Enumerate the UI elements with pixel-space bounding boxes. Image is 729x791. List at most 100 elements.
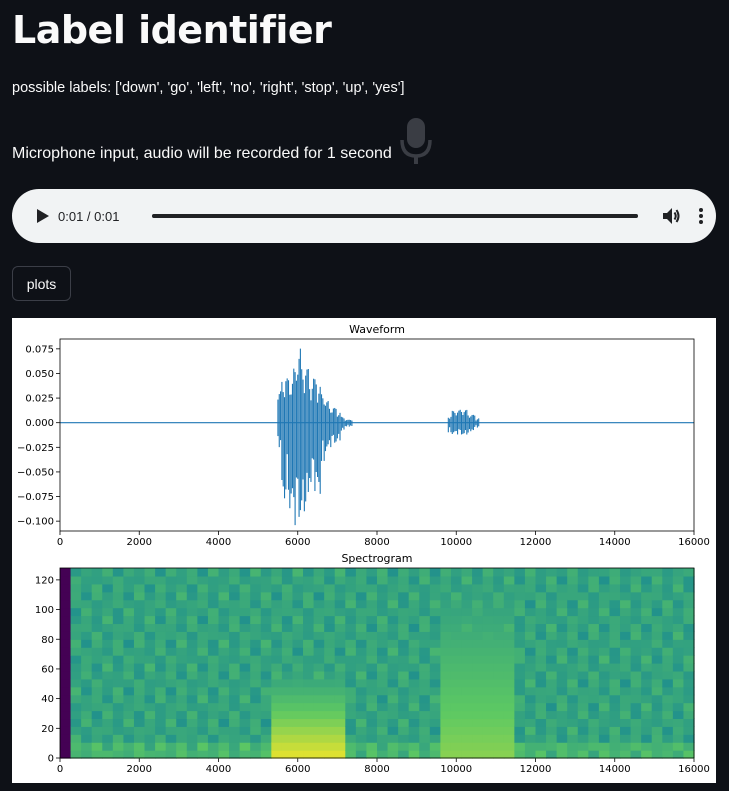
spectrogram-cell [155,726,167,735]
spectrogram-cell [334,678,346,688]
spectrogram-cell [472,575,484,585]
spectrogram-cell [398,568,410,577]
spectrogram-cell [281,694,294,704]
spectrogram-cell [493,726,505,735]
spectrogram-cell [292,647,304,656]
spectrogram-cell [398,655,410,664]
spectrogram-cell [461,750,473,759]
spectrogram-cell [60,734,72,743]
spectrogram-cell [281,631,294,640]
spectrogram-cell [313,694,325,704]
spectrogram-cell [387,623,399,632]
spectrogram-cell [482,639,494,648]
spectrogram-cell [334,726,346,735]
spectrogram-cell [197,639,209,648]
spectrogram-cell [60,718,72,727]
plots-button[interactable]: plots [12,266,71,301]
spectrogram-cell [303,647,315,656]
spectrogram-cell [197,607,209,617]
volume-icon[interactable] [660,205,682,227]
spectrogram-cell [377,575,389,585]
spectrogram-cell [408,694,420,704]
spectrogram-cell [366,694,378,704]
spectrogram-cell [207,591,220,601]
spectrogram-cell [366,726,378,735]
spectrogram-cell [535,686,547,696]
spectrogram-cell [567,686,579,696]
spectrogram-cell [102,591,114,601]
spectrogram-cell [450,615,463,625]
spectrogram-cell [440,718,452,727]
spectrogram-cell [70,750,82,759]
spectrogram-cell [218,599,230,609]
spectrogram-cell [493,607,505,617]
spectrogram-cell [197,647,209,656]
spectrogram-cell [461,678,473,688]
spectrogram-cell [620,647,632,656]
spectrogram-cell [387,742,399,751]
spectrogram-cell [567,623,579,632]
spectrogram-cell [651,750,663,759]
spectrogram-cell [472,599,484,609]
spectrogram-cell [91,710,103,720]
spectrogram-cell [133,623,146,632]
audio-progress-bar[interactable] [152,214,638,218]
spectrogram-cell [546,663,558,672]
spectrogram-cell [229,655,241,664]
spectrogram-cell [672,631,685,640]
spectrogram-cell [609,663,621,672]
spectrogram-cell [683,726,695,735]
spectrogram-cell [292,568,304,577]
spectrogram-cell [609,718,621,727]
possible-labels-text: possible labels: ['down', 'go', 'left', … [12,80,405,96]
spectrogram-cell [123,694,135,704]
spectrogram-cell [133,647,146,656]
spectrogram-cell [672,678,685,688]
spectrogram-cell [387,639,399,648]
spectrogram-cell [70,631,82,640]
spectrogram-cell [144,623,156,632]
spectrogram-cell [102,663,114,672]
spectrogram-cell [250,607,262,617]
spectrogram-cell [91,583,103,593]
spectrogram-cell [229,583,241,593]
spectrogram-cell [271,726,283,735]
spectrogram-cell [461,663,473,672]
spectrogram-cell [239,742,251,751]
spectrogram-cell [229,639,241,648]
spectrogram-cell [493,575,505,585]
spectrogram-cell [102,623,114,632]
spectrogram-cell [651,655,663,664]
spectrogram-cell [197,742,209,751]
spectrogram-cell [620,702,632,712]
spectrogram-cell [197,750,209,759]
spectrogram-cell [514,686,526,696]
spectrogram-cell [535,639,547,648]
spectrogram-cell [281,623,294,632]
spectrogram-cell [641,599,653,609]
spectrogram-cell [144,647,156,656]
spectrogram-cell [429,742,441,751]
spectrogram-cell [70,670,82,680]
spectrogram-cell [197,575,209,585]
spectrogram-cell [281,591,294,601]
spectrogram-cell [651,607,663,617]
spectrogram-cell [482,702,494,712]
audio-player[interactable]: 0:01 / 0:01 [12,189,716,243]
spectrogram-cell [662,639,674,648]
spectrogram-cell [186,678,198,688]
spectrogram-cell [123,726,135,735]
spectrogram-cell [91,591,103,601]
spectrogram-cell [620,742,632,751]
spectrogram-cell [482,591,494,601]
spectrogram-cell [429,710,441,720]
play-icon[interactable] [32,205,54,227]
spectrogram-cell [229,750,241,759]
spectrogram-cell [662,623,674,632]
more-vert-icon[interactable] [694,205,708,227]
microphone-icon[interactable] [398,116,434,168]
spectrogram-cell [577,710,589,720]
spectrogram-cell [123,670,135,680]
spectrogram-cell [260,599,272,609]
spectrogram-cell [250,615,262,625]
